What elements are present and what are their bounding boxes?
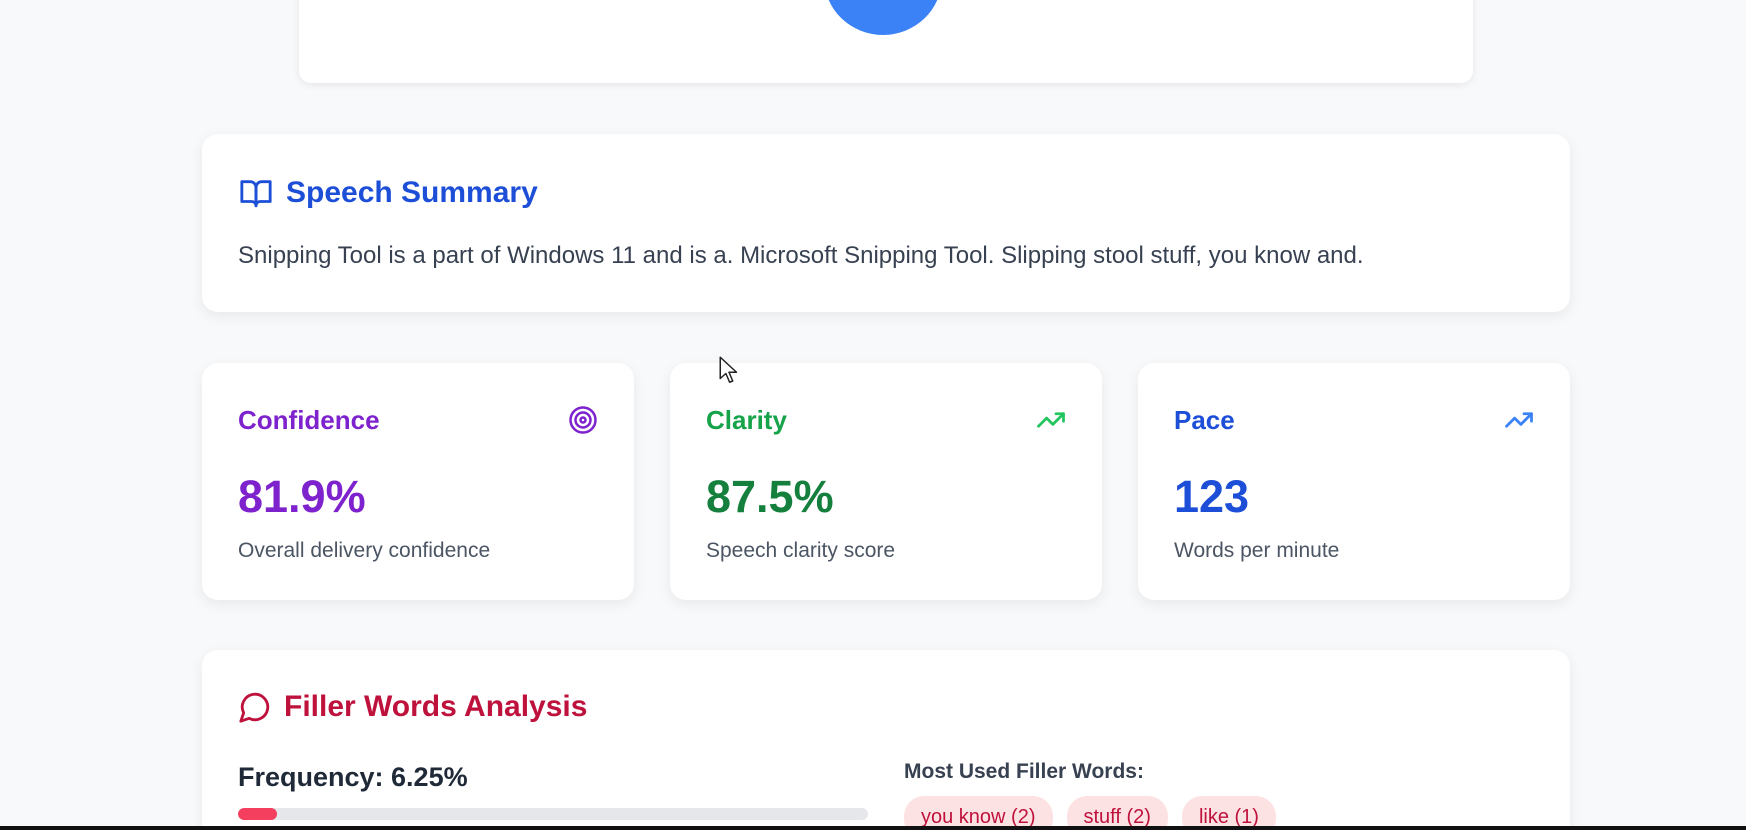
record-button[interactable] bbox=[824, 0, 942, 35]
clarity-description: Speech clarity score bbox=[706, 539, 896, 562]
filler-word-list: you know (2) stuff (2) like (1) bbox=[904, 796, 1276, 830]
mouse-cursor-icon bbox=[719, 356, 738, 383]
page: Speech Summary Snipping Tool is a part o… bbox=[0, 0, 1746, 830]
frequency-label: Frequency: 6.25% bbox=[238, 762, 468, 792]
filler-word-chip: you know (2) bbox=[904, 796, 1053, 830]
bottom-edge bbox=[0, 826, 1746, 830]
speech-summary-card: Speech Summary Snipping Tool is a part o… bbox=[202, 134, 1570, 312]
pace-label: Pace bbox=[1174, 405, 1235, 435]
filler-word-chip: stuff (2) bbox=[1066, 796, 1168, 830]
frequency-bar bbox=[238, 808, 868, 820]
confidence-card: Confidence 81.9% Overall delivery confid… bbox=[202, 363, 634, 600]
confidence-label: Confidence bbox=[238, 405, 380, 435]
pace-card: Pace 123 Words per minute bbox=[1138, 363, 1570, 600]
most-used-label: Most Used Filler Words: bbox=[904, 760, 1144, 783]
filler-words-title: Filler Words Analysis bbox=[284, 690, 588, 723]
filler-word-chip: like (1) bbox=[1181, 796, 1276, 830]
clarity-card: Clarity 87.5% Speech clarity score bbox=[670, 363, 1102, 600]
confidence-value: 81.9% bbox=[238, 471, 366, 522]
target-icon bbox=[569, 406, 597, 434]
pace-description: Words per minute bbox=[1174, 539, 1340, 562]
book-open-icon bbox=[240, 180, 272, 208]
pace-value: 123 bbox=[1174, 471, 1250, 522]
speech-summary-heading: Speech Summary bbox=[238, 176, 538, 210]
message-circle-icon bbox=[239, 692, 270, 723]
speech-summary-text: Snipping Tool is a part of Windows 11 an… bbox=[238, 242, 1364, 269]
recording-card bbox=[299, 0, 1473, 83]
frequency-bar-fill bbox=[238, 808, 278, 820]
confidence-description: Overall delivery confidence bbox=[238, 539, 491, 562]
speech-summary-title: Speech Summary bbox=[286, 176, 538, 209]
trending-up-icon bbox=[1505, 412, 1533, 428]
clarity-value: 87.5% bbox=[706, 471, 834, 522]
filler-words-card: Filler Words Analysis Frequency: 6.25% M… bbox=[202, 650, 1570, 830]
clarity-label: Clarity bbox=[706, 405, 787, 435]
trending-up-icon bbox=[1037, 412, 1065, 428]
filler-words-heading: Filler Words Analysis bbox=[238, 690, 587, 724]
